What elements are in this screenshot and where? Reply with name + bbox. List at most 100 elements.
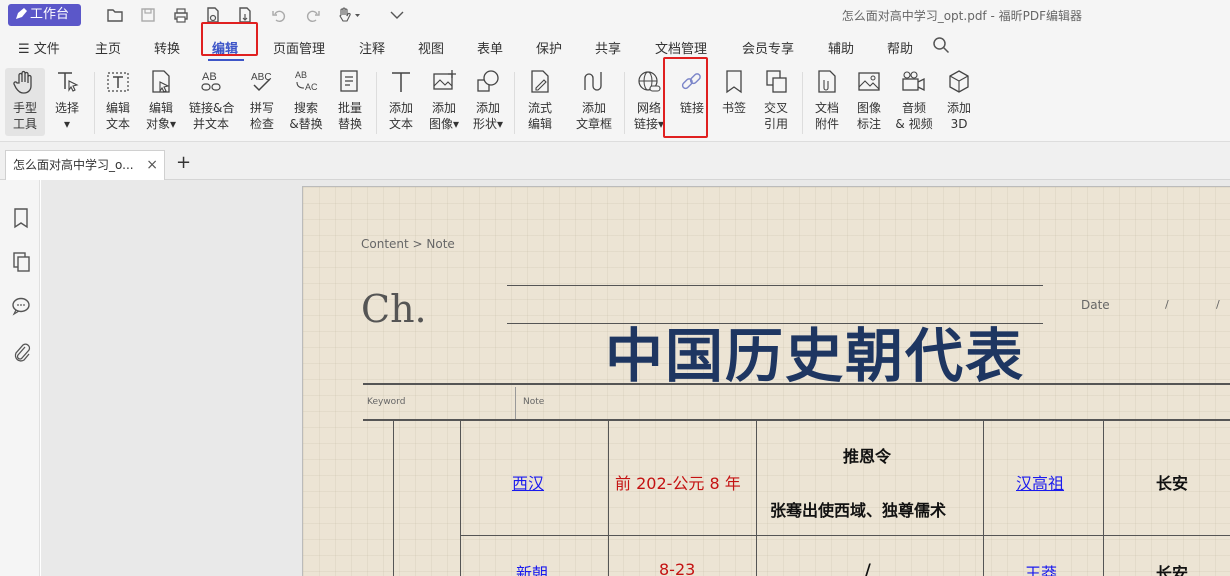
hand-dropdown-icon[interactable] — [336, 6, 362, 24]
save-icon[interactable] — [139, 6, 157, 24]
add-text-icon — [388, 68, 414, 96]
edit-text-icon — [105, 68, 131, 96]
audio-video-label-1: 音频 — [901, 101, 926, 115]
spell-check-button[interactable]: ABC 拼写 检查 — [240, 68, 284, 132]
window-title: 怎么面对高中学习_opt.pdf - 福昕PDF编辑器 — [841, 9, 1082, 23]
bookmark-button[interactable]: 书签 — [712, 68, 756, 116]
menu-form[interactable]: 表单 — [477, 38, 503, 57]
audio-video-button[interactable]: 音频 & 视频 — [892, 68, 936, 132]
pdf-page[interactable]: Content > Note Ch. Date / / 中国历史朝代表 Keyw… — [302, 186, 1230, 576]
event-cell: 推恩令 — [843, 447, 892, 466]
comments-panel-icon[interactable] — [11, 295, 31, 317]
menu-view[interactable]: 视图 — [418, 38, 444, 57]
dynasty-link[interactable]: 新朝 — [516, 560, 548, 576]
flow-edit-button[interactable]: 流式 编辑 — [518, 68, 562, 132]
link-merge-label-1: 链接&合 — [189, 101, 235, 115]
capital-cell: 长安 — [1156, 564, 1189, 576]
menu-help[interactable]: 帮助 — [887, 38, 913, 57]
close-tab-icon[interactable]: × — [146, 151, 158, 179]
cross-reference-label-1: 交叉 — [763, 101, 788, 115]
menu-page-manage[interactable]: 页面管理 — [273, 38, 325, 57]
batch-replace-label-2: 替换 — [337, 117, 362, 131]
redo-icon[interactable] — [304, 6, 322, 24]
menu-member[interactable]: 会员专享 — [742, 38, 794, 57]
title-rule-top — [507, 285, 1043, 286]
new-tab-icon[interactable]: + — [176, 154, 191, 172]
founder-link[interactable]: 王莽 — [1025, 560, 1057, 576]
image-annotation-icon — [856, 68, 882, 96]
batch-replace-button[interactable]: 批量 替换 — [328, 68, 372, 132]
add-image-button[interactable]: 添加 图像▾ — [422, 68, 466, 132]
menu-assist[interactable]: 辅助 — [828, 38, 854, 57]
table-column-line — [756, 421, 757, 576]
add-text-label-1: 添加 — [388, 101, 413, 115]
edit-object-icon — [148, 68, 174, 96]
add-3d-button[interactable]: 添加 3D — [937, 68, 981, 132]
active-menu-underline — [208, 59, 244, 61]
date-separator: / — [1165, 298, 1169, 311]
bookmark-panel-icon[interactable] — [11, 207, 31, 229]
edit-text-button[interactable]: 编辑 文本 — [96, 68, 140, 132]
image-annotation-button[interactable]: 图像 标注 — [847, 68, 891, 132]
add-text-label-2: 文本 — [388, 117, 413, 131]
add-3d-label-2: 3D — [950, 117, 968, 131]
video-camera-icon — [901, 68, 927, 96]
image-annotation-label-1: 图像 — [856, 101, 881, 115]
cross-reference-label-2: 引用 — [763, 117, 788, 131]
menu-annotate[interactable]: 注释 — [359, 38, 385, 57]
menu-doc-manage[interactable]: 文档管理 — [655, 38, 707, 57]
link-merge-text-button[interactable]: AB 链接&合 并文本 — [189, 68, 235, 132]
document-tab-bar: 怎么面对高中学习_o... × + — [0, 142, 1230, 180]
add-shape-icon — [475, 68, 501, 96]
toolbar-separator — [802, 72, 803, 134]
bookmark-icon — [721, 68, 747, 96]
add-textbox-button[interactable]: 添加 文章框 — [572, 68, 616, 132]
event-cell: / — [865, 560, 871, 576]
select-tool-label-1: 选择 — [54, 101, 79, 115]
customize-dropdown-icon[interactable] — [388, 6, 406, 24]
undo-icon[interactable] — [270, 6, 288, 24]
pages-panel-icon[interactable] — [11, 251, 31, 273]
workbench-button[interactable]: 工作台 — [8, 4, 81, 26]
left-sidebar — [0, 180, 40, 576]
add-shape-button[interactable]: 添加 形状▾ — [466, 68, 510, 132]
hand-icon — [12, 68, 38, 96]
flow-edit-label-1: 流式 — [527, 101, 552, 115]
document-tab[interactable]: 怎么面对高中学习_o... × — [5, 150, 165, 180]
menu-convert[interactable]: 转换 — [154, 38, 180, 57]
print-icon[interactable] — [172, 6, 190, 24]
add-text-button[interactable]: 添加 文本 — [379, 68, 423, 132]
add-shape-label-2: 形状▾ — [472, 117, 504, 131]
select-tool-button[interactable]: 选择 ▾ — [45, 68, 89, 132]
menu-home[interactable]: 主页 — [95, 38, 121, 57]
table-column-line — [460, 421, 461, 576]
attachment-label-1: 文档 — [814, 101, 839, 115]
attachment-button[interactable]: 文档 附件 — [805, 68, 849, 132]
cross-reference-button[interactable]: 交叉 引用 — [754, 68, 798, 132]
hand-tool-button[interactable]: 手型 工具 — [3, 68, 47, 132]
search-icon[interactable] — [932, 36, 950, 58]
search-replace-button[interactable]: AB AC 搜索 &替换 — [284, 68, 328, 132]
flow-edit-label-2: 编辑 — [527, 117, 552, 131]
table-column-line — [1103, 421, 1104, 576]
founder-link[interactable]: 汉高祖 — [1016, 470, 1064, 494]
web-link-label-2: 链接▾ — [633, 117, 665, 131]
menu-share[interactable]: 共享 — [595, 38, 621, 57]
open-folder-icon[interactable] — [106, 6, 124, 24]
table-column-line — [393, 421, 394, 576]
edit-object-label-1: 编辑 — [148, 101, 173, 115]
edit-object-button[interactable]: 编辑 对象▾ — [139, 68, 183, 132]
cross-reference-icon — [763, 68, 789, 96]
image-annotation-label-2: 标注 — [856, 117, 881, 131]
attachments-panel-icon[interactable] — [11, 341, 31, 363]
header-divider — [515, 387, 516, 419]
menu-bar: ☰ 文件 主页 转换 编辑 页面管理 注释 视图 表单 保护 共享 文档管理 会… — [0, 30, 1230, 62]
menu-protect[interactable]: 保护 — [536, 38, 562, 57]
dynasty-link[interactable]: 西汉 — [512, 470, 544, 494]
file-menu[interactable]: ☰ 文件 — [18, 38, 60, 57]
link-merge-icon: AB — [198, 68, 224, 96]
toolbar-separator — [94, 72, 95, 134]
cube-3d-icon — [946, 68, 972, 96]
file-menu-label: 文件 — [33, 42, 60, 57]
table-row-line — [460, 535, 1230, 536]
